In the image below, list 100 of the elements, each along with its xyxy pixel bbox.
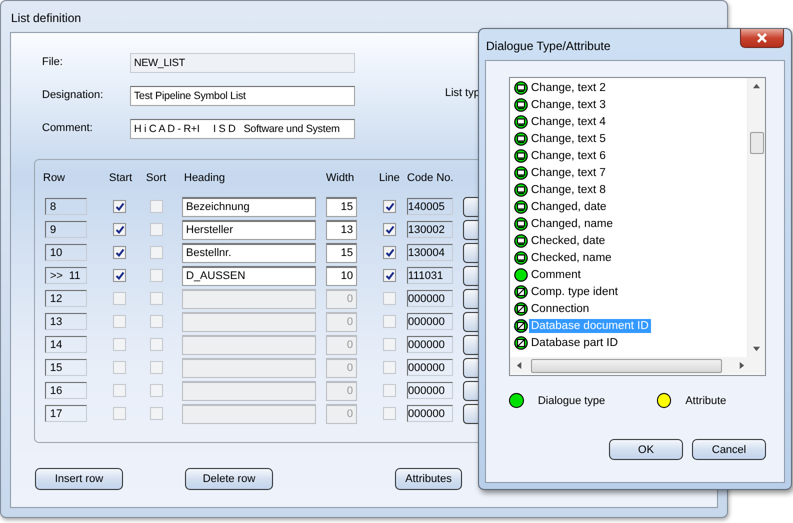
scroll-right-arrow-icon[interactable] [738,362,745,369]
list-item[interactable]: Comment [529,268,583,282]
window-title: Dialogue Type/Attribute [485,38,611,53]
row-number: 17 [45,405,87,422]
code-field: 000000 [407,405,453,422]
heading-field[interactable]: D_AUSSEN [182,266,316,286]
circle-icon [514,268,528,282]
row-number: 9 [45,221,87,238]
checkbox[interactable] [150,200,163,213]
code-field: 000000 [407,336,453,353]
button[interactable]: OK [609,439,683,460]
legend-label: Attribute [685,394,728,406]
width-field[interactable]: 15 [326,242,357,262]
list-item[interactable]: Change, text 6 [529,148,608,162]
list-item[interactable]: Change, text 5 [529,132,608,146]
window-title: List definition [10,10,82,27]
vertical-scrollbar[interactable] [747,78,765,357]
scroll-up-arrow-icon[interactable] [753,83,760,90]
monitor-icon [514,250,528,264]
checkbox[interactable] [113,269,126,282]
column-header: Row [43,172,66,186]
heading-field[interactable]: Bestellnr. [182,242,316,262]
button[interactable]: Attributes [395,468,462,490]
monitor-icon [514,148,528,162]
scroll-left-arrow-icon[interactable] [516,362,523,369]
column-header: Start [109,172,134,186]
list-item[interactable]: Checked, name [529,250,614,264]
list-item[interactable]: Change, text 4 [529,114,608,128]
button[interactable]: Insert row [35,468,123,490]
list-item[interactable]: Connection [529,302,592,316]
checkbox[interactable] [113,246,126,259]
column-header: Code No. [407,172,454,186]
width-field[interactable]: 15 [326,196,357,216]
checkbox[interactable] [113,200,126,213]
slashed-square-icon [514,318,528,332]
horizontal-scrollbar[interactable] [510,357,765,374]
scroll-down-arrow-icon[interactable] [753,345,760,352]
monitor-icon [514,182,528,196]
row-number: 16 [45,382,87,399]
list-item[interactable]: Change, text 7 [529,166,608,180]
field-label: File: [42,55,64,68]
list-item[interactable]: Changed, date [529,200,608,214]
code-field: 130004 [407,244,453,261]
row-number: 8 [45,198,87,215]
row-number: 14 [45,336,87,353]
code-field: 111031 [407,267,453,284]
column-header: Line [379,172,401,186]
button[interactable]: Cancel [692,439,766,460]
code-field: 000000 [407,313,453,330]
column-header: Sort [146,172,168,186]
list-item[interactable]: Change, text 8 [529,182,608,196]
list-item[interactable]: Database part ID [529,336,620,350]
column-header: Heading [183,172,226,186]
code-field: 130002 [407,221,453,238]
code-field: 000000 [407,359,453,376]
scrollbar-thumb[interactable] [750,132,764,154]
row-number: >> 11 [45,267,87,284]
scrollbar-thumb[interactable] [531,358,722,372]
checkbox[interactable] [383,246,396,259]
slashed-square-icon [514,336,528,350]
row-number: 15 [45,359,87,376]
code-field: 000000 [407,382,453,399]
list-item[interactable]: Changed, name [529,216,615,230]
close-button[interactable] [740,29,784,48]
monitor-icon [514,114,528,128]
list-item[interactable]: Checked, date [529,234,608,248]
list-item[interactable]: Change, text 2 [529,80,608,94]
checkbox[interactable] [383,269,396,282]
heading-field[interactable]: Bezeichnung [182,196,316,216]
checkbox[interactable] [383,223,396,236]
slashed-square-icon [514,302,528,316]
row-number: 10 [45,244,87,261]
row-number: 13 [45,313,87,330]
checkbox[interactable] [383,200,396,213]
checkbox[interactable] [150,246,163,259]
slashed-square-icon [514,284,528,298]
monitor-icon [514,98,528,112]
field-label: Comment: [42,121,94,134]
list-item[interactable]: Comp. type ident [529,284,620,298]
list-item[interactable]: Change, text 3 [529,98,608,112]
column-header: Width [326,172,356,186]
text-field[interactable]: H i C A D - R+I I S D Software und System [130,119,355,139]
checkbox[interactable] [113,223,126,236]
checkbox[interactable] [150,223,163,236]
heading-field[interactable]: Hersteller [182,220,316,240]
button[interactable]: Delete row [185,468,273,490]
monitor-icon [514,132,528,146]
checkbox[interactable] [150,269,163,282]
legend-label: Dialogue type [538,394,606,406]
code-field: 000000 [407,290,453,307]
monitor-icon [514,200,528,214]
monitor-icon [514,234,528,248]
width-field[interactable]: 10 [326,266,357,286]
monitor-icon [514,166,528,180]
code-field: 140005 [407,198,453,215]
field-label: Designation: [42,88,104,101]
row-number: 12 [45,290,87,307]
monitor-icon [514,216,528,230]
text-field[interactable]: Test Pipeline Symbol List [130,86,355,106]
width-field[interactable]: 13 [326,220,357,240]
